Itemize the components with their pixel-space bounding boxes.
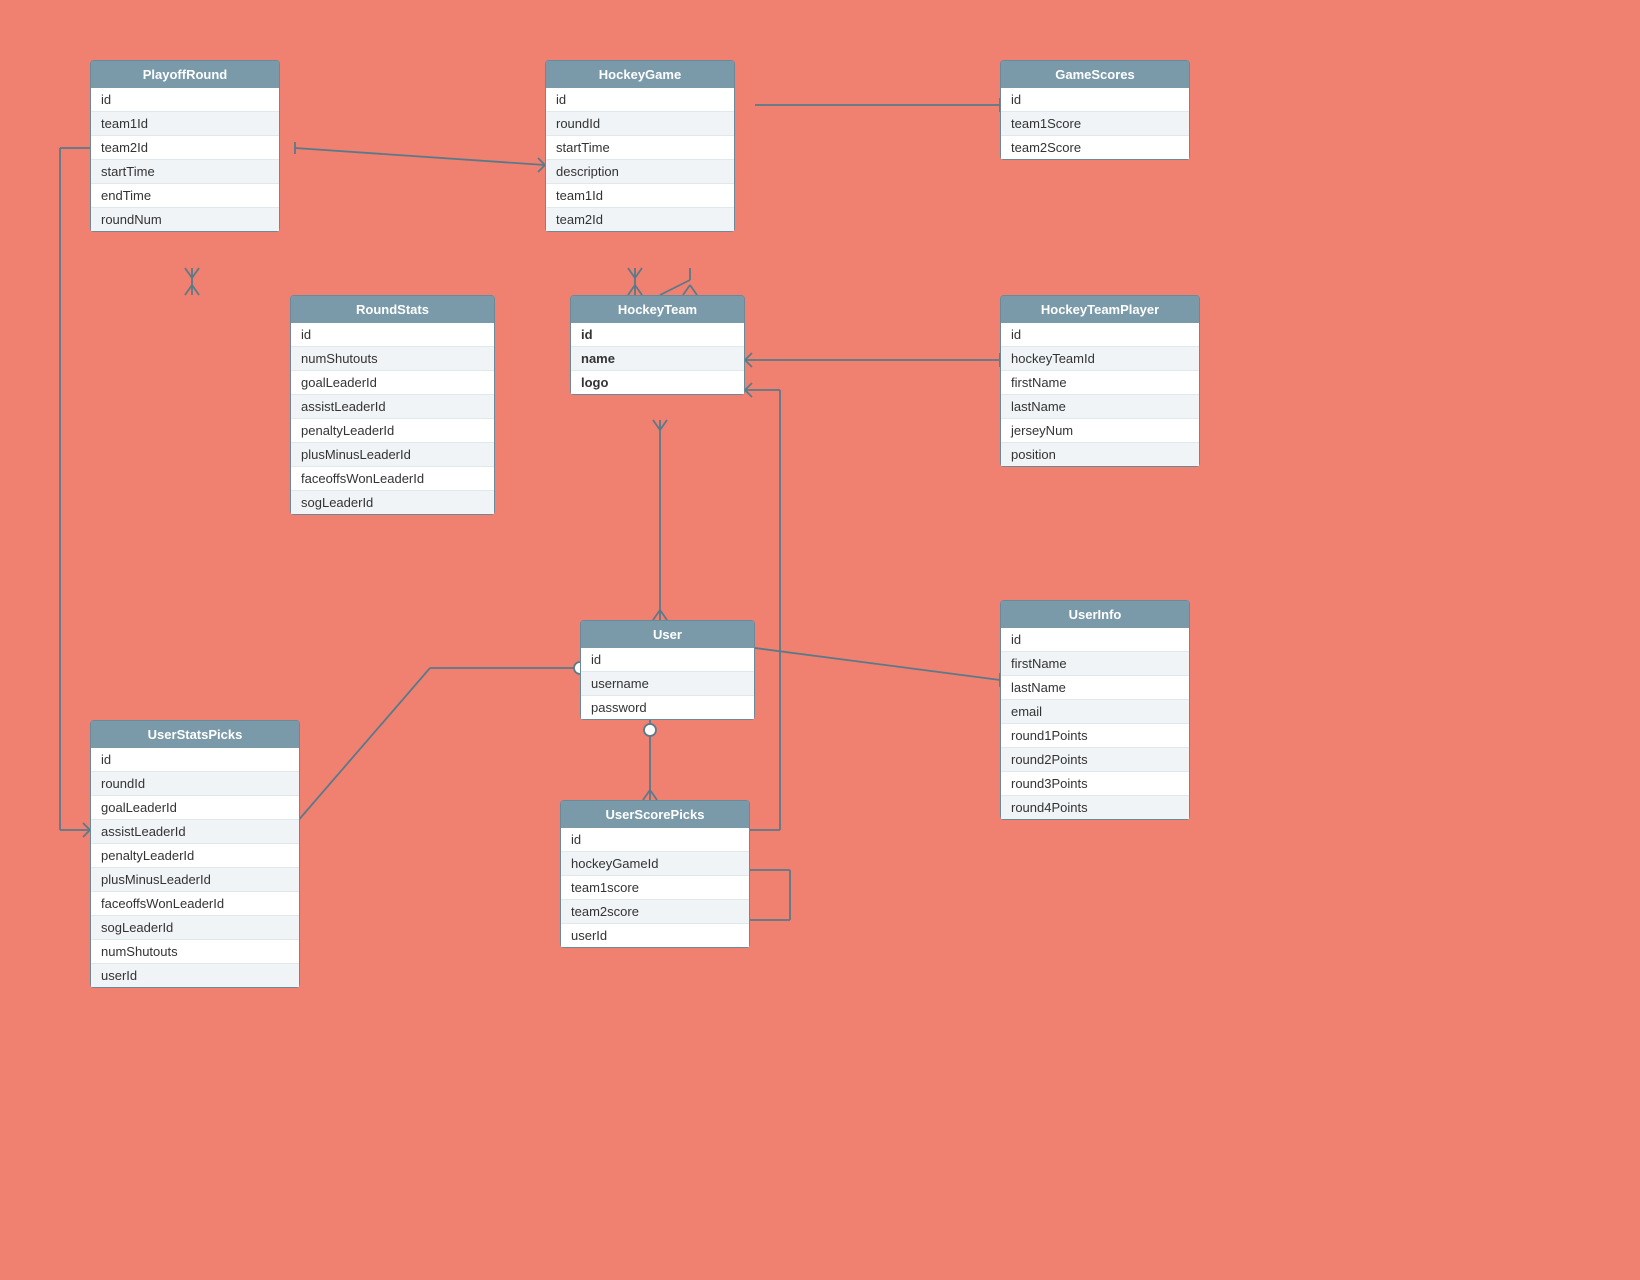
entity-userstatspicks: UserStatsPicks id roundId goalLeaderId a…	[90, 720, 300, 988]
field-playoffround-endtime: endTime	[91, 184, 279, 208]
field-roundstats-goalleaderid: goalLeaderId	[291, 371, 494, 395]
entity-userscorepicks: UserScorePicks id hockeyGameId team1scor…	[560, 800, 750, 948]
field-hockeyteam-logo: logo	[571, 371, 744, 394]
entity-header-playoffround: PlayoffRound	[91, 61, 279, 88]
field-htp-hockeyteamid: hockeyTeamId	[1001, 347, 1199, 371]
field-hockeygame-team1id: team1Id	[546, 184, 734, 208]
field-roundstats-faceoffswonleaderid: faceoffsWonLeaderId	[291, 467, 494, 491]
field-htp-jerseynum: jerseyNum	[1001, 419, 1199, 443]
field-userinfo-lastname: lastName	[1001, 676, 1189, 700]
field-usp-faceoffswonleaderid: faceoffsWonLeaderId	[91, 892, 299, 916]
field-userinfo-id: id	[1001, 628, 1189, 652]
field-uscp-id: id	[561, 828, 749, 852]
entity-header-roundstats: RoundStats	[291, 296, 494, 323]
field-htp-lastname: lastName	[1001, 395, 1199, 419]
field-hockeygame-id: id	[546, 88, 734, 112]
field-htp-id: id	[1001, 323, 1199, 347]
field-userinfo-firstname: firstName	[1001, 652, 1189, 676]
field-playoffround-starttime: startTime	[91, 160, 279, 184]
field-usp-goalleaderid: goalLeaderId	[91, 796, 299, 820]
entity-header-hockeygame: HockeyGame	[546, 61, 734, 88]
field-user-password: password	[581, 696, 754, 719]
field-roundstats-assistleaderid: assistLeaderId	[291, 395, 494, 419]
field-roundstats-sogleaderid: sogLeaderId	[291, 491, 494, 514]
entity-roundstats: RoundStats id numShutouts goalLeaderId a…	[290, 295, 495, 515]
field-usp-roundid: roundId	[91, 772, 299, 796]
field-usp-sogleaderid: sogLeaderId	[91, 916, 299, 940]
field-gamescores-team1score: team1Score	[1001, 112, 1189, 136]
field-userinfo-round2points: round2Points	[1001, 748, 1189, 772]
field-gamescores-id: id	[1001, 88, 1189, 112]
field-userinfo-round3points: round3Points	[1001, 772, 1189, 796]
field-usp-userid: userId	[91, 964, 299, 987]
field-hockeyteam-id: id	[571, 323, 744, 347]
entity-header-userstatspicks: UserStatsPicks	[91, 721, 299, 748]
entity-header-userinfo: UserInfo	[1001, 601, 1189, 628]
field-hockeygame-team2id: team2Id	[546, 208, 734, 231]
entity-header-user: User	[581, 621, 754, 648]
field-usp-assistleaderid: assistLeaderId	[91, 820, 299, 844]
field-roundstats-plusminusleaderid: plusMinusLeaderId	[291, 443, 494, 467]
field-hockeygame-starttime: startTime	[546, 136, 734, 160]
field-playoffround-team2id: team2Id	[91, 136, 279, 160]
entity-hockeyteamplayer: HockeyTeamPlayer id hockeyTeamId firstNa…	[1000, 295, 1200, 467]
field-htp-firstname: firstName	[1001, 371, 1199, 395]
field-userinfo-round1points: round1Points	[1001, 724, 1189, 748]
field-playoffround-team1id: team1Id	[91, 112, 279, 136]
field-usp-plusminusleaderid: plusMinusLeaderId	[91, 868, 299, 892]
entity-header-userscorepicks: UserScorePicks	[561, 801, 749, 828]
field-hockeygame-roundid: roundId	[546, 112, 734, 136]
field-hockeyteam-name: name	[571, 347, 744, 371]
field-hockeygame-description: description	[546, 160, 734, 184]
field-playoffround-id: id	[91, 88, 279, 112]
erd-diagram: PlayoffRound id team1Id team2Id startTim…	[0, 0, 1640, 1280]
field-playoffround-roundnum: roundNum	[91, 208, 279, 231]
entity-user: User id username password	[580, 620, 755, 720]
field-user-username: username	[581, 672, 754, 696]
field-uscp-userid: userId	[561, 924, 749, 947]
entity-header-hockeyteam: HockeyTeam	[571, 296, 744, 323]
field-user-id: id	[581, 648, 754, 672]
field-usp-id: id	[91, 748, 299, 772]
field-htp-position: position	[1001, 443, 1199, 466]
entity-userinfo: UserInfo id firstName lastName email rou…	[1000, 600, 1190, 820]
field-roundstats-numshutouts: numShutouts	[291, 347, 494, 371]
field-userinfo-round4points: round4Points	[1001, 796, 1189, 819]
field-uscp-hockeygameid: hockeyGameId	[561, 852, 749, 876]
field-uscp-team1score: team1score	[561, 876, 749, 900]
field-roundstats-penaltyleaderid: penaltyLeaderId	[291, 419, 494, 443]
field-uscp-team2score: team2score	[561, 900, 749, 924]
field-usp-numshutouts: numShutouts	[91, 940, 299, 964]
field-userinfo-email: email	[1001, 700, 1189, 724]
field-gamescores-team2score: team2Score	[1001, 136, 1189, 159]
entity-gamescores: GameScores id team1Score team2Score	[1000, 60, 1190, 160]
entity-header-gamescores: GameScores	[1001, 61, 1189, 88]
field-roundstats-id: id	[291, 323, 494, 347]
entity-hockeyteam: HockeyTeam id name logo	[570, 295, 745, 395]
entity-hockeygame: HockeyGame id roundId startTime descript…	[545, 60, 735, 232]
entity-playoffround: PlayoffRound id team1Id team2Id startTim…	[90, 60, 280, 232]
entity-header-hockeyteamplayer: HockeyTeamPlayer	[1001, 296, 1199, 323]
field-usp-penaltyleaderid: penaltyLeaderId	[91, 844, 299, 868]
